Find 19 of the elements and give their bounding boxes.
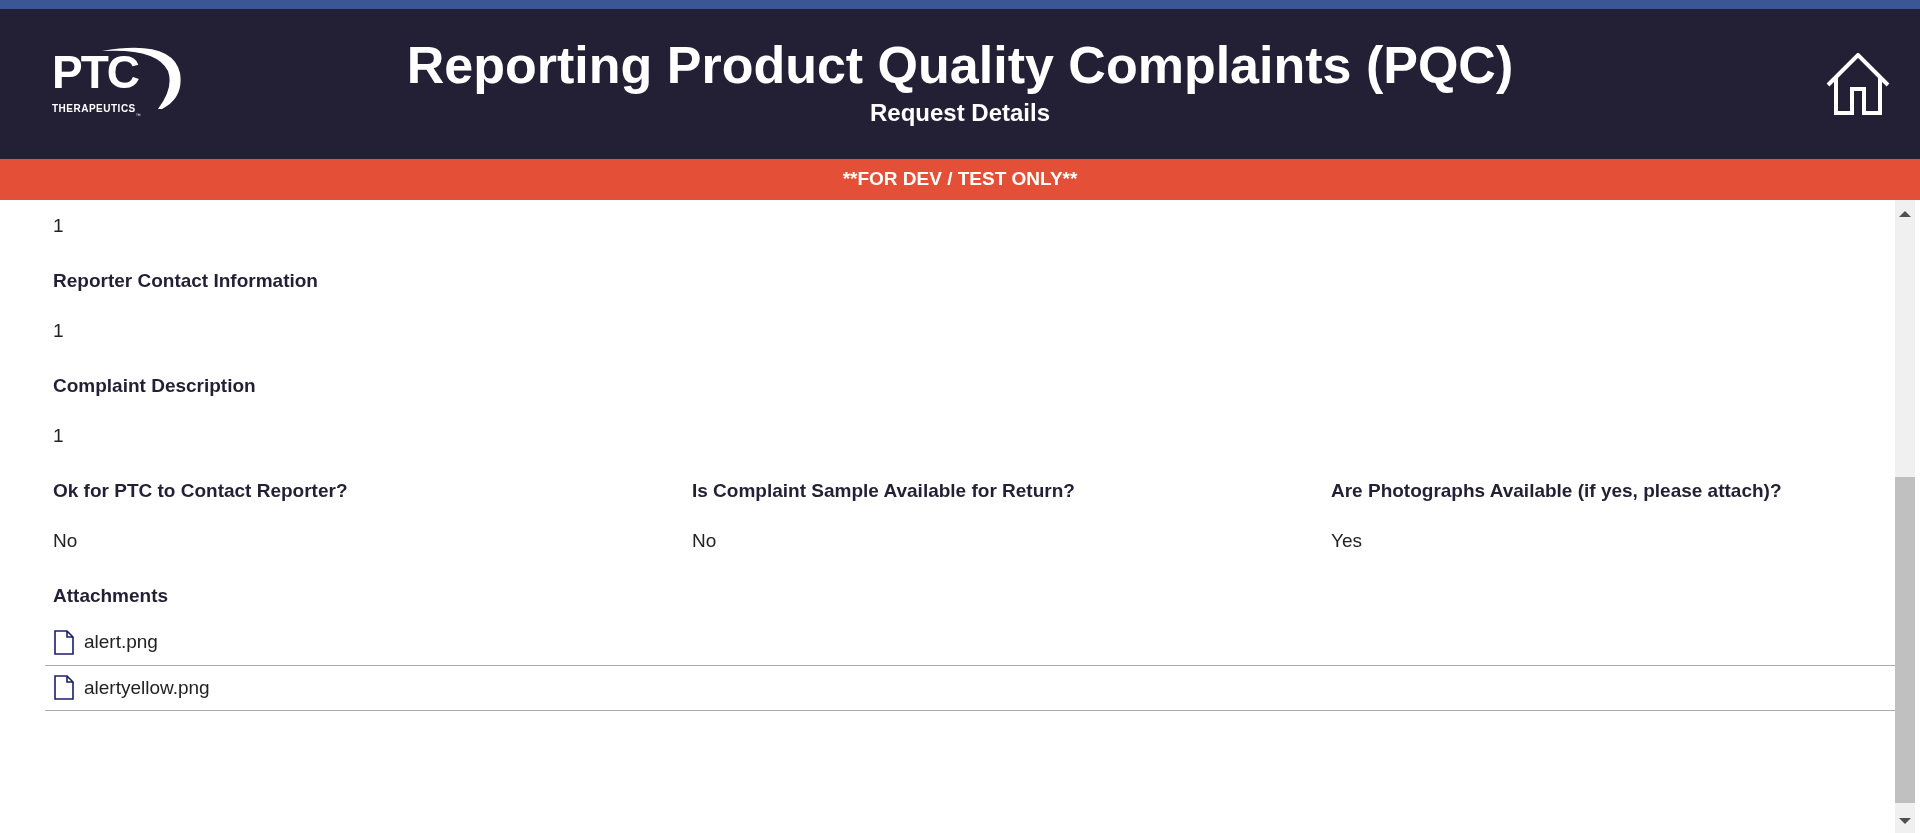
field-label: Reporter Contact Information (53, 268, 319, 293)
logo-tagline: THERAPEUTICS (52, 102, 136, 114)
field-label: Are Photographs Available (if yes, please attach)? (1331, 478, 1783, 503)
page-title: Reporting Product Quality Complaints (PQC) (405, 37, 1515, 95)
logo-wordmark: PTC (52, 49, 140, 95)
attachment-link[interactable]: alert.png (84, 628, 158, 657)
field-value: 1 (53, 424, 65, 448)
page-subtitle: Request Details (868, 97, 1052, 128)
field-label: Ok for PTC to Contact Reporter? (53, 478, 349, 503)
field-label: Complaint Description (53, 373, 257, 398)
environment-notice: **FOR DEV / TEST ONLY** (842, 167, 1078, 192)
field-value: 1 (53, 214, 65, 238)
attachment-link[interactable]: alertyellow.png (84, 673, 210, 702)
section-label: Attachments (53, 583, 170, 608)
field-value: 1 (53, 319, 65, 343)
field-label: Is Complaint Sample Available for Return? (692, 478, 1076, 503)
field-value: No (692, 529, 718, 553)
field-value: Yes (1331, 529, 1363, 553)
field-value: No (53, 529, 79, 553)
